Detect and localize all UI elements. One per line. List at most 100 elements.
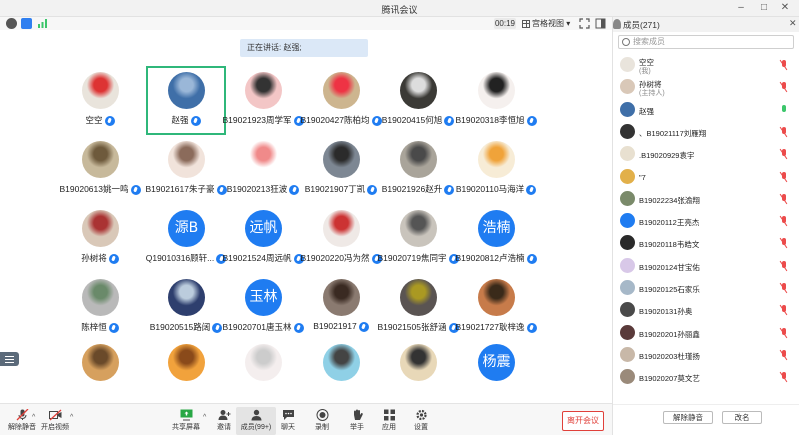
mic-muted-icon[interactable] bbox=[780, 82, 788, 92]
close-panel-icon[interactable]: ✕ bbox=[789, 18, 797, 29]
participant-tile[interactable]: 赵强 bbox=[146, 66, 226, 135]
member-row[interactable]: 、B19021117刘雁翔 bbox=[613, 122, 799, 143]
mic-muted-icon[interactable] bbox=[780, 372, 788, 382]
avatar bbox=[168, 141, 205, 178]
mic-muted-icon[interactable] bbox=[780, 171, 788, 182]
member-row[interactable]: B19020201孙丽鑫 bbox=[613, 323, 799, 344]
participant-tile[interactable]: B19020427陈柏均 bbox=[301, 66, 382, 135]
member-row[interactable]: "7 bbox=[613, 167, 799, 188]
participant-tile[interactable]: B19020515路阔 bbox=[146, 273, 226, 342]
participant-tile[interactable]: B19021917 bbox=[301, 273, 381, 342]
member-row[interactable]: B19020131孙奥 bbox=[613, 300, 799, 321]
minimize-icon[interactable]: – bbox=[735, 2, 747, 14]
mic-muted-icon[interactable] bbox=[780, 260, 788, 271]
participant-tile[interactable]: 源B Q19010316顾轩... bbox=[146, 204, 227, 273]
member-row[interactable]: B19020125石家乐 bbox=[613, 278, 799, 299]
participant-tile[interactable]: B19021617朱子豪 bbox=[146, 135, 227, 204]
member-row[interactable]: 空空 (我) bbox=[613, 55, 799, 76]
participant-tile[interactable]: B19020220冯为然 bbox=[300, 204, 382, 273]
unmute-button[interactable]: 解除静音 bbox=[2, 407, 42, 435]
leave-meeting-button[interactable]: 离开会议 bbox=[562, 411, 604, 431]
participant-tile[interactable]: B19020415何旭 bbox=[378, 66, 458, 135]
member-row[interactable]: B19022234张渝翔 bbox=[613, 189, 799, 210]
mic-muted-icon[interactable] bbox=[780, 193, 788, 204]
member-row[interactable]: B19020118韦皓文 bbox=[613, 233, 799, 254]
participant-tile[interactable]: B19020318李恒旭 bbox=[456, 66, 537, 135]
member-row[interactable]: 孙树将 (主持人) bbox=[613, 77, 799, 98]
participant-tile[interactable]: B19021926赵升 bbox=[378, 135, 458, 204]
participant-name-text: B19020515路阔 bbox=[149, 322, 211, 332]
member-avatar bbox=[620, 213, 635, 229]
mic-muted-icon[interactable] bbox=[780, 349, 788, 360]
participant-tile[interactable]: B19020213狂波 bbox=[223, 135, 303, 204]
settings-button[interactable]: 设置 bbox=[401, 407, 441, 435]
participant-name-text: B19020220冯为然 bbox=[300, 253, 370, 263]
mic-muted-icon[interactable] bbox=[780, 216, 788, 226]
member-name: .B19020929袁宇 bbox=[639, 151, 695, 161]
side-panel-handle[interactable] bbox=[0, 352, 19, 366]
mic-muted-icon[interactable] bbox=[780, 283, 788, 293]
close-icon[interactable]: ✕ bbox=[779, 2, 791, 14]
fullscreen-icon[interactable] bbox=[579, 18, 590, 29]
mic-muted-icon[interactable] bbox=[780, 238, 788, 248]
mic-muted-icon[interactable] bbox=[780, 60, 788, 70]
avatar bbox=[323, 141, 360, 178]
member-name: 赵强 bbox=[639, 106, 654, 116]
mic-muted-icon[interactable] bbox=[780, 126, 788, 137]
participant-tile[interactable] bbox=[146, 338, 226, 407]
member-row[interactable]: B19020112王亮杰 bbox=[613, 211, 799, 232]
unmute-all-button[interactable]: 解除静音 bbox=[663, 411, 713, 424]
participant-tile[interactable] bbox=[60, 338, 140, 407]
share-screen-button[interactable]: 共享屏幕 bbox=[166, 407, 206, 435]
member-row[interactable]: B19020207莫文艺 bbox=[613, 367, 799, 388]
sidebar-toggle-icon[interactable] bbox=[595, 18, 606, 29]
participant-tile[interactable]: 空空 bbox=[60, 66, 140, 135]
start-video-button[interactable]: 开启视频 bbox=[37, 407, 73, 435]
participant-tile[interactable] bbox=[301, 338, 381, 407]
participant-tile[interactable] bbox=[223, 338, 303, 407]
member-role: (我) bbox=[639, 68, 651, 75]
video-options-caret[interactable]: ^ bbox=[70, 414, 73, 421]
window-title: 腾讯会议 bbox=[381, 5, 418, 15]
record-button[interactable]: 录制 bbox=[302, 407, 342, 435]
gear-icon bbox=[415, 409, 427, 421]
participant-tile[interactable]: 玉林 B19020701唐玉林 bbox=[223, 273, 304, 342]
member-name: B19020125石家乐 bbox=[639, 285, 700, 294]
participant-tile[interactable]: 孙树将 bbox=[60, 204, 140, 273]
mic-icon[interactable] bbox=[780, 104, 788, 115]
participant-tile[interactable] bbox=[378, 338, 458, 407]
member-row[interactable]: B19020124甘宝佑 bbox=[613, 256, 799, 277]
view-mode-dropdown[interactable]: 宫格视图 ▾ bbox=[522, 17, 570, 30]
audio-options-caret[interactable]: ^ bbox=[32, 414, 35, 421]
participant-tile[interactable]: 陈梓恒 bbox=[60, 273, 140, 342]
maximize-icon[interactable]: □ bbox=[758, 2, 770, 14]
mic-muted-icon[interactable] bbox=[780, 327, 788, 338]
info-icon[interactable] bbox=[6, 18, 17, 29]
avatar bbox=[400, 279, 437, 316]
participant-tile[interactable]: 远帆 B19021524周远帆 bbox=[223, 204, 304, 273]
shield-icon[interactable] bbox=[21, 18, 32, 29]
mic-muted-icon[interactable] bbox=[780, 305, 788, 315]
participant-tile[interactable]: B19020613姚一鸣 bbox=[60, 135, 141, 204]
participant-tile[interactable]: B19020719焦同宇 bbox=[378, 204, 459, 273]
rename-button[interactable]: 改名 bbox=[722, 411, 762, 424]
member-avatar bbox=[620, 235, 635, 251]
member-name: 、B19021117刘雁翔 bbox=[639, 128, 707, 138]
meeting-timer: 00:19 bbox=[494, 18, 516, 29]
member-search-input[interactable]: 搜索成员 bbox=[618, 35, 794, 49]
member-row[interactable]: B19020203杜瑾扬 bbox=[613, 345, 799, 366]
participant-name-text: 赵强 bbox=[171, 115, 189, 125]
participant-tile[interactable]: 杨震 bbox=[456, 338, 536, 407]
mic-muted-icon[interactable] bbox=[780, 149, 788, 159]
member-row[interactable]: 赵强 bbox=[613, 100, 799, 121]
participant-tile[interactable]: B19021923周学军 bbox=[223, 66, 304, 135]
participant-tile[interactable]: 浩楠 B19020812卢浩楠 bbox=[456, 204, 537, 273]
mic-icon bbox=[358, 321, 369, 332]
participant-tile[interactable]: B19021907丁凯 bbox=[301, 135, 381, 204]
bottom-control-bar: 解除静音 开启视频 ^ ^ 共享屏幕 ^ 邀请 成员(99+) 聊天 录制 举手… bbox=[0, 403, 612, 435]
participant-tile[interactable]: B19021505张舒涵 bbox=[378, 273, 459, 342]
member-row[interactable]: .B19020929袁宇 bbox=[613, 144, 799, 165]
avatar bbox=[400, 210, 437, 247]
participant-tile[interactable]: B19021727耿梓逸 bbox=[456, 273, 537, 342]
participant-tile[interactable]: B19020110马海洋 bbox=[456, 135, 537, 204]
